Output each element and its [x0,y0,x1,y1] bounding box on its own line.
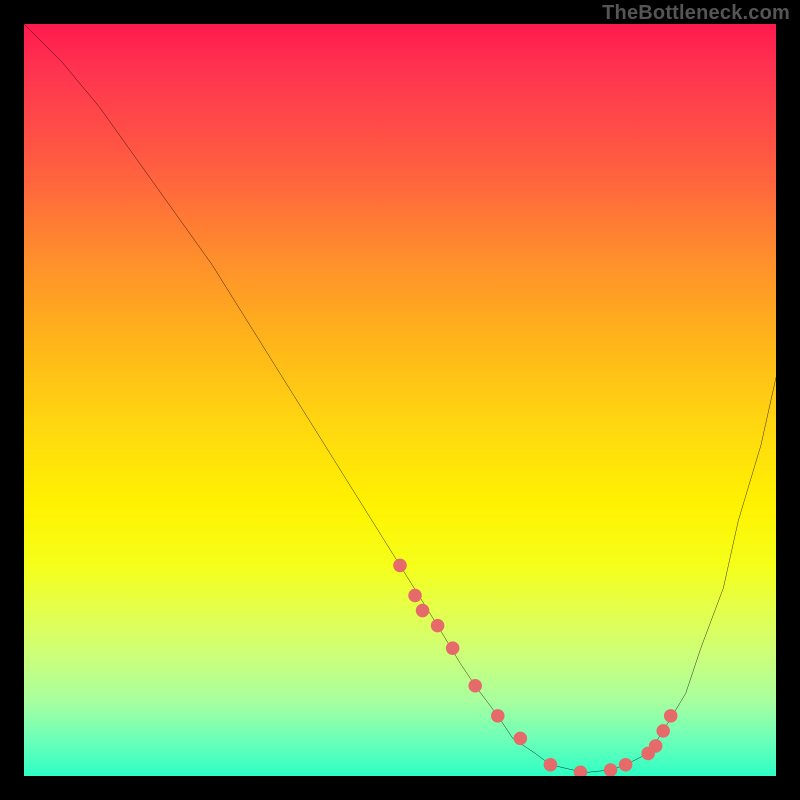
highlight-dot [491,709,505,723]
highlight-dot [649,739,663,753]
chart-frame: TheBottleneck.com [0,0,800,800]
highlight-dot [544,758,558,772]
highlight-dot [604,763,618,776]
watermark-text: TheBottleneck.com [602,2,790,25]
highlight-dot [664,709,678,723]
highlight-dots [393,559,677,776]
curve-svg [24,24,776,776]
plot-area [24,24,776,776]
highlight-dot [393,559,407,573]
highlight-dot [468,679,482,693]
highlight-dot [656,724,670,738]
highlight-dot [416,604,430,618]
highlight-dot [514,732,528,746]
highlight-dot [431,619,445,633]
highlight-dot [446,641,460,655]
bottleneck-curve [24,24,776,772]
highlight-dot [408,589,422,603]
highlight-dot [574,765,588,776]
highlight-dot [619,758,633,772]
